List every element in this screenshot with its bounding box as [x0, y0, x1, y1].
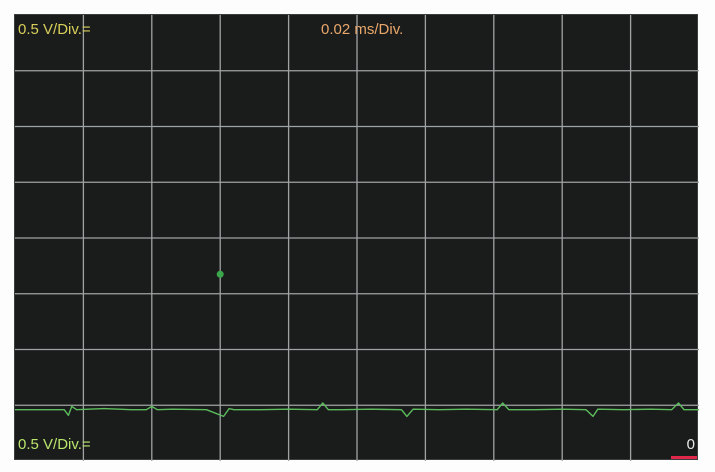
marker-layer — [216, 270, 224, 278]
waveform-plot — [15, 15, 699, 461]
cursor-point-marker — [216, 270, 224, 278]
oscilloscope-screen: 0.5 V/Div.= 0.02 ms/Div. 0.5 V/Div.= 0 — [14, 14, 699, 461]
time-per-division-readout: 0.02 ms/Div. — [321, 21, 404, 38]
voltage-per-division-readout-bottom: 0.5 V/Div.= — [18, 436, 91, 453]
voltage-per-division-readout-top: 0.5 V/Div.= — [18, 21, 91, 38]
zero-level-underline — [671, 456, 697, 459]
oscilloscope-frame: 0.5 V/Div.= 0.02 ms/Div. 0.5 V/Div.= 0 — [0, 0, 715, 472]
zero-level-marker: 0 — [686, 436, 695, 453]
grid-layer — [15, 15, 699, 461]
